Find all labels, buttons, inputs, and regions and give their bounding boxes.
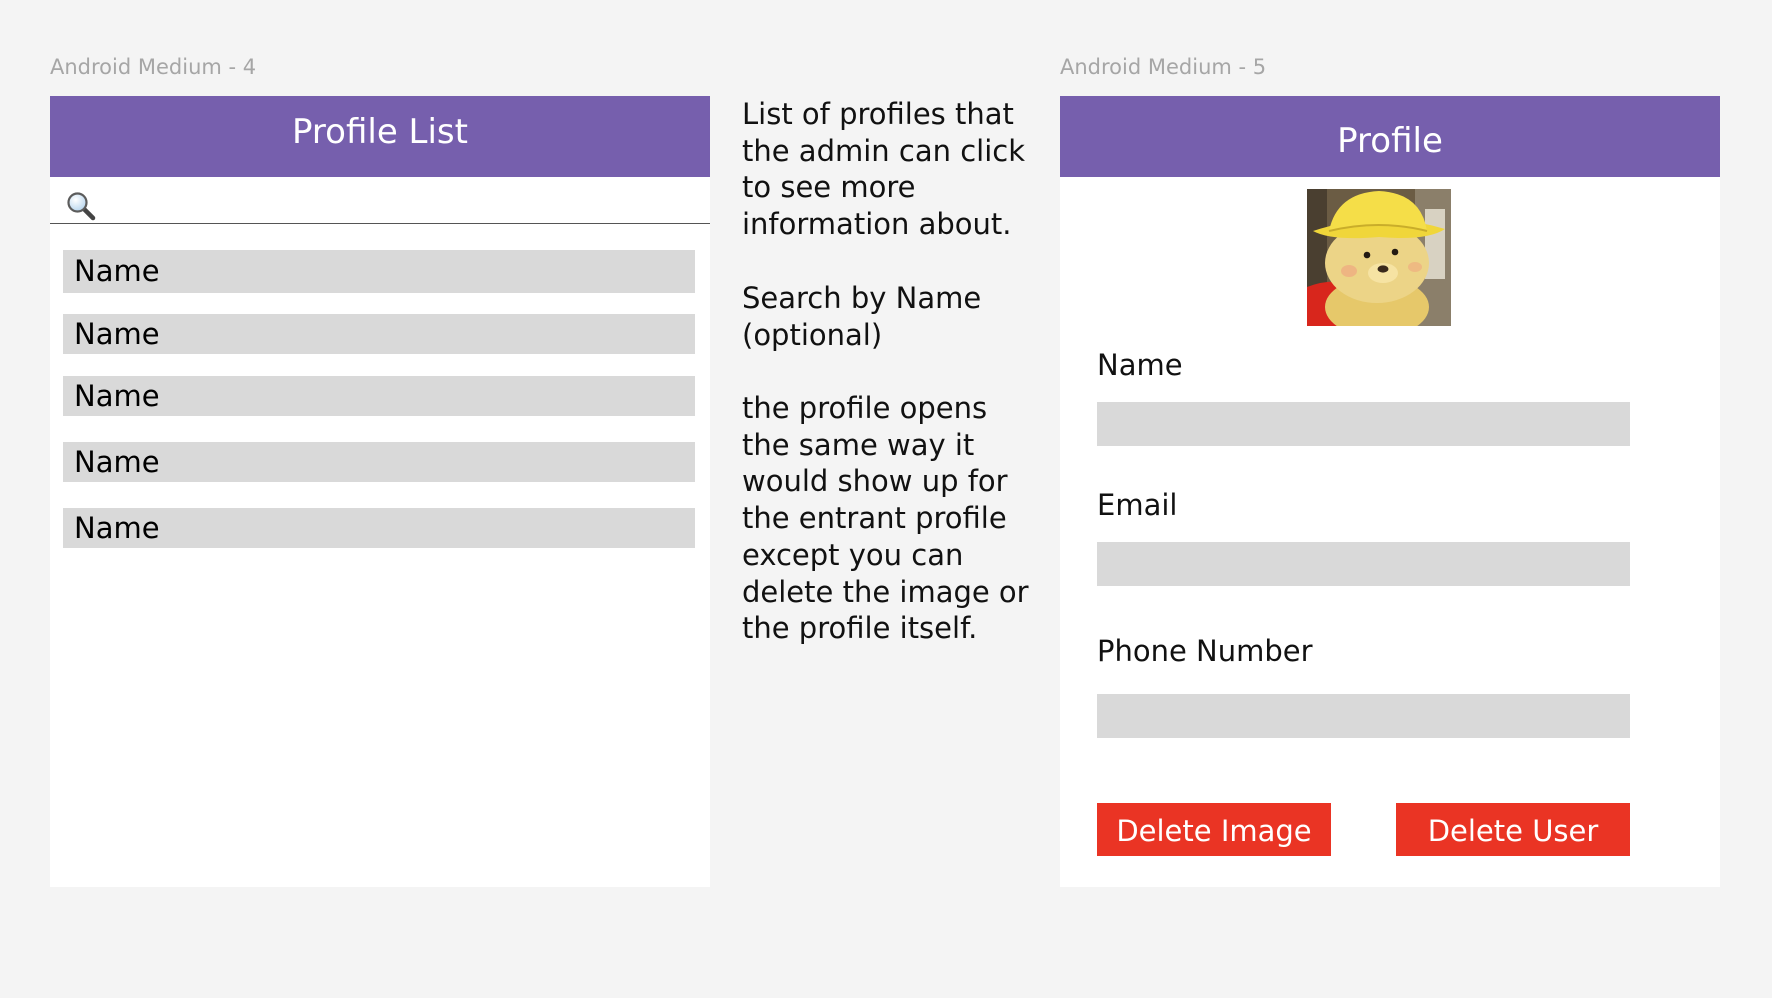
app-bar: Profile List — [50, 96, 710, 177]
profile-list-item[interactable]: Name — [63, 314, 695, 354]
name-field[interactable] — [1097, 402, 1630, 446]
search-bar — [50, 177, 710, 224]
delete-image-button[interactable]: Delete Image — [1097, 803, 1331, 856]
annotation-list-description: List of profiles that the admin can clic… — [742, 97, 1026, 242]
profile-list-item[interactable]: Name — [63, 508, 695, 548]
frame-label-list: Android Medium - 4 — [50, 55, 257, 79]
profile-list-item[interactable]: Name — [63, 442, 695, 482]
annotation-profile-description: the profile opens the same way it would … — [742, 391, 1029, 646]
page-title: Profile List — [292, 112, 468, 152]
profile-screen: Profile Name Email Phone Number Delete I… — [1060, 96, 1720, 887]
profile-list-screen: Profile List Name Name Name Name Name — [50, 96, 710, 887]
app-bar: Profile — [1060, 96, 1720, 177]
frame-label-profile: Android Medium - 5 — [1060, 55, 1267, 79]
teddy-bear-photo — [1307, 189, 1451, 326]
annotation-search-description: Search by Name (optional) — [742, 281, 982, 352]
profile-list-item[interactable]: Name — [63, 376, 695, 416]
search-input[interactable] — [106, 183, 700, 219]
name-label: Name — [1097, 348, 1183, 382]
profile-image — [1307, 189, 1451, 326]
delete-user-button[interactable]: Delete User — [1396, 803, 1630, 856]
phone-number-field[interactable] — [1097, 694, 1630, 738]
search-icon[interactable] — [66, 191, 96, 221]
email-field[interactable] — [1097, 542, 1630, 586]
phone-number-label: Phone Number — [1097, 634, 1313, 668]
page-title: Profile — [1337, 121, 1443, 161]
email-label: Email — [1097, 488, 1178, 522]
profile-list-item[interactable]: Name — [63, 250, 695, 293]
